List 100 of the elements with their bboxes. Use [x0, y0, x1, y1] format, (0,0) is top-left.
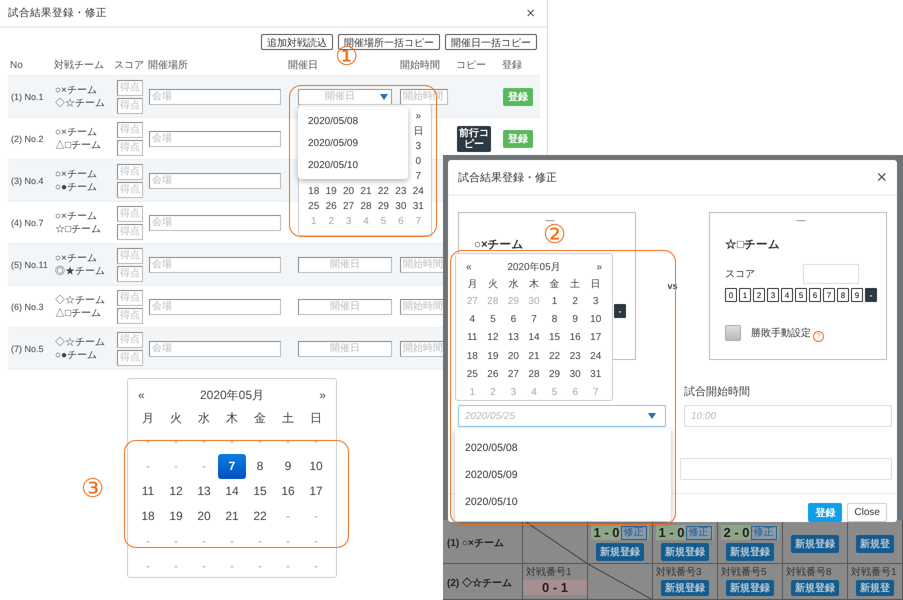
day-cell[interactable]: 16 [274, 479, 302, 504]
digit-button[interactable]: 3 [767, 288, 779, 302]
day-cell[interactable]: 24 [410, 184, 427, 199]
day-cell[interactable]: 13 [190, 479, 218, 504]
new-entry-button[interactable]: 新規登録 [791, 580, 839, 596]
score-input[interactable]: 得点 [117, 308, 143, 324]
prev-month-button[interactable]: « [134, 388, 149, 402]
score-input[interactable]: 得点 [117, 266, 143, 282]
venue-input[interactable]: 会場 [149, 214, 281, 230]
day-cell[interactable]: 9 [274, 454, 302, 479]
checkbox[interactable] [725, 324, 741, 340]
digit-button[interactable]: 9 [851, 288, 863, 302]
day-cell[interactable]: 11 [134, 479, 162, 504]
venue-input[interactable]: 会場 [149, 256, 281, 272]
score-input[interactable]: 得点 [117, 80, 143, 96]
input-field[interactable] [680, 458, 892, 480]
date-option[interactable]: 2020/05/08 [298, 110, 408, 132]
new-entry-button[interactable]: 新規登録 [791, 535, 839, 553]
date-field[interactable]: 2020/05/25 [458, 405, 666, 427]
day-cell[interactable]: 16 [564, 329, 586, 348]
day-cell[interactable]: 6 [503, 311, 524, 330]
day-cell[interactable]: 8 [246, 454, 274, 479]
venue-input[interactable]: 会場 [149, 340, 281, 356]
day-cell[interactable]: 2 [564, 293, 586, 312]
day-cell[interactable]: 29 [544, 366, 565, 384]
day-cell[interactable]: 20 [190, 504, 218, 529]
day-cell[interactable]: 25 [305, 199, 322, 214]
day-cell[interactable]: 4 [462, 311, 483, 330]
day-cell[interactable]: 7 [524, 311, 544, 330]
day-cell[interactable]: 30 [392, 199, 410, 214]
day-cell[interactable]: 5 [482, 311, 504, 330]
day-cell[interactable]: 12 [162, 479, 190, 504]
digit-button[interactable]: 8 [837, 288, 849, 302]
day-cell[interactable]: 28 [524, 366, 544, 384]
venue-input[interactable]: 会場 [149, 88, 281, 104]
day-cell[interactable]: 14 [218, 479, 246, 504]
day-cell[interactable]: 20 [340, 184, 358, 199]
day-cell[interactable]: 7 [218, 454, 246, 479]
day-cell[interactable]: 30 [564, 366, 586, 384]
day-cell[interactable]: 18 [134, 504, 162, 529]
day-cell[interactable]: 17 [302, 479, 330, 504]
score-input[interactable]: 得点 [117, 164, 143, 180]
close-button[interactable]: × [522, 4, 539, 22]
day-cell[interactable]: 8 [544, 311, 565, 330]
day-cell[interactable]: 21 [524, 348, 544, 366]
day-cell[interactable]: 22 [374, 184, 392, 199]
time-field[interactable]: 10:00 [684, 405, 892, 427]
score-input[interactable]: 得点 [117, 140, 143, 156]
venue-input[interactable]: 会場 [149, 172, 281, 188]
score-input[interactable]: 得点 [117, 332, 143, 348]
day-cell[interactable]: 31 [410, 199, 427, 214]
day-cell[interactable]: 18 [305, 184, 322, 199]
venue-input[interactable]: 会場 [149, 130, 281, 146]
date-field[interactable]: 開催日 [298, 256, 392, 272]
day-cell[interactable]: 25 [462, 366, 483, 384]
new-entry-button[interactable]: 新規登録 [596, 543, 644, 561]
score-input[interactable]: 得点 [117, 248, 143, 264]
score-input[interactable]: 得点 [117, 350, 143, 366]
day-cell[interactable]: 19 [162, 504, 190, 529]
digit-button[interactable]: 1 [739, 288, 751, 302]
new-entry-button[interactable]: 新規登 [856, 580, 894, 596]
date-option[interactable]: 2020/05/10 [455, 488, 671, 515]
date-option[interactable]: 2020/05/09 [298, 132, 408, 154]
day-cell[interactable]: 19 [482, 348, 504, 366]
day-cell[interactable]: 10 [585, 311, 606, 330]
toolbar-button[interactable]: 追加対戦読込 [261, 34, 333, 50]
prev-month-button[interactable]: « [462, 262, 476, 272]
day-cell[interactable]: 26 [322, 199, 340, 214]
new-entry-button[interactable]: 新規登録 [661, 543, 709, 561]
score-input[interactable]: 得点 [117, 98, 143, 114]
date-option[interactable]: 2020/05/09 [455, 461, 671, 488]
day-cell[interactable]: 21 [357, 184, 375, 199]
score-input[interactable]: 得点 [117, 224, 143, 240]
venue-input[interactable]: 会場 [149, 298, 281, 314]
day-cell[interactable]: 17 [585, 329, 606, 348]
day-cell[interactable]: 31 [585, 366, 606, 384]
day-cell[interactable]: 23 [392, 184, 410, 199]
day-cell[interactable]: 22 [246, 504, 274, 529]
day-cell[interactable]: 29 [374, 199, 392, 214]
digit-button[interactable]: 5 [795, 288, 807, 302]
score-input[interactable]: 得点 [117, 290, 143, 306]
digit-button[interactable]: 6 [809, 288, 821, 302]
score-input[interactable]: 得点 [117, 206, 143, 222]
new-entry-button[interactable]: 新規登録 [726, 580, 774, 596]
new-entry-button[interactable]: 新規登録 [661, 580, 709, 596]
digit-button[interactable]: 0 [725, 288, 737, 302]
date-option[interactable]: 2020/05/08 [455, 434, 671, 461]
day-cell[interactable]: 10 [302, 454, 330, 479]
close-button[interactable]: × [876, 166, 887, 188]
day-cell[interactable]: 14 [524, 329, 544, 348]
new-entry-button[interactable]: 新規登 [856, 535, 894, 553]
day-cell[interactable]: 23 [564, 348, 586, 366]
day-cell[interactable]: 20 [503, 348, 524, 366]
next-month-button[interactable]: » [315, 388, 330, 402]
day-cell[interactable]: 13 [503, 329, 524, 348]
date-field[interactable]: 開催日 [298, 340, 392, 356]
copy-row-button[interactable]: 前行コピー [457, 126, 491, 152]
day-cell[interactable]: 1 [544, 293, 565, 312]
next-month-button[interactable]: » [592, 262, 606, 272]
clear-button[interactable]: - [614, 304, 626, 318]
